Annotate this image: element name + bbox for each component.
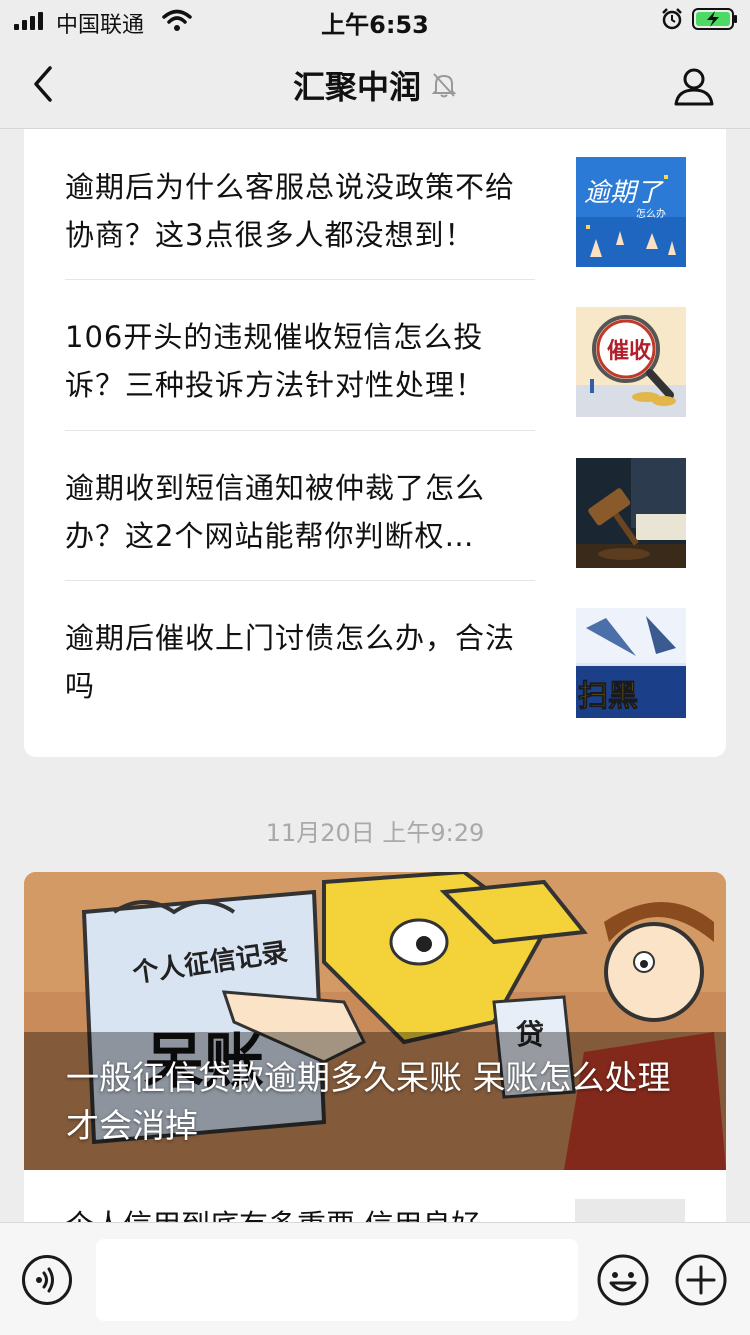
nav-bar: 汇聚中润 [0,40,750,129]
chat-input-bar [0,1222,750,1335]
article-thumbnail: 催收 [576,307,686,417]
featured-article-card[interactable]: 个人征信记录 呆账 贷 一般征信贷款 [24,872,726,1222]
message-input[interactable] [96,1239,578,1321]
article-title: 个人信用到底有多重要 信用良好 [65,1202,535,1222]
article-title: 逾期收到短信通知被仲裁了怎么办？这2个网站能帮你判断权… [65,471,486,553]
emoji-icon[interactable] [596,1253,650,1307]
featured-article-title: 一般征信贷款逾期多久呆账 呆账怎么处理才会消掉 [66,1058,671,1145]
thumb-subtext: 怎么办 [636,207,666,220]
article-title: 106开头的违规催收短信怎么投诉？三种投诉方法针对性处理！ [65,320,486,402]
profile-icon[interactable] [672,64,716,108]
thumb-text: 逾期了 [584,178,664,208]
featured-cover-image: 个人征信记录 呆账 贷 一般征信贷款 [24,872,726,1170]
status-time: 上午6:53 [321,11,429,39]
voice-button[interactable] [22,1255,72,1305]
plus-icon[interactable] [674,1253,728,1307]
article-list-card: 逾期后为什么客服总说没政策不给协商？这3点很多人都没想到！ 逾期了 怎么办 10… [24,129,726,757]
article-title: 逾期后为什么客服总说没政策不给协商？这3点很多人都没想到！ [65,170,516,252]
battery-charging-icon [692,8,737,30]
article-thumbnail: 逾期了 怎么办 [576,157,686,267]
message-timestamp: 11月20日 上午9:29 [265,819,485,847]
alarm-icon [662,8,682,30]
article-thumbnail [576,458,686,568]
article-item[interactable]: 逾期后为什么客服总说没政策不给协商？这3点很多人都没想到！ 逾期了 怎么办 [65,129,695,279]
article-thumbnail [575,1199,685,1222]
voice-icon [36,1267,54,1293]
thumb-text: 扫黑 [578,679,638,714]
thumb-text: 催收 [607,338,651,364]
chat-content[interactable]: 逾期后为什么客服总说没政策不给协商？这3点很多人都没想到！ 逾期了 怎么办 10… [0,129,750,1222]
article-item[interactable]: 逾期收到短信通知被仲裁了怎么办？这2个网站能帮你判断权… [65,430,695,580]
article-item[interactable]: 106开头的违规催收短信怎么投诉？三种投诉方法针对性处理！ 催收 [65,279,695,429]
status-bar: 中国联通 上午6:53 [0,0,750,40]
nav-title: 汇聚中润 [292,68,421,106]
mute-bell-icon [431,73,457,98]
article-thumbnail: 扫黑 [576,608,686,718]
article-title: 逾期后催收上门讨债怎么办，合法吗 [65,621,516,703]
article-item[interactable]: 逾期后催收上门讨债怎么办，合法吗 扫黑 [65,580,695,730]
